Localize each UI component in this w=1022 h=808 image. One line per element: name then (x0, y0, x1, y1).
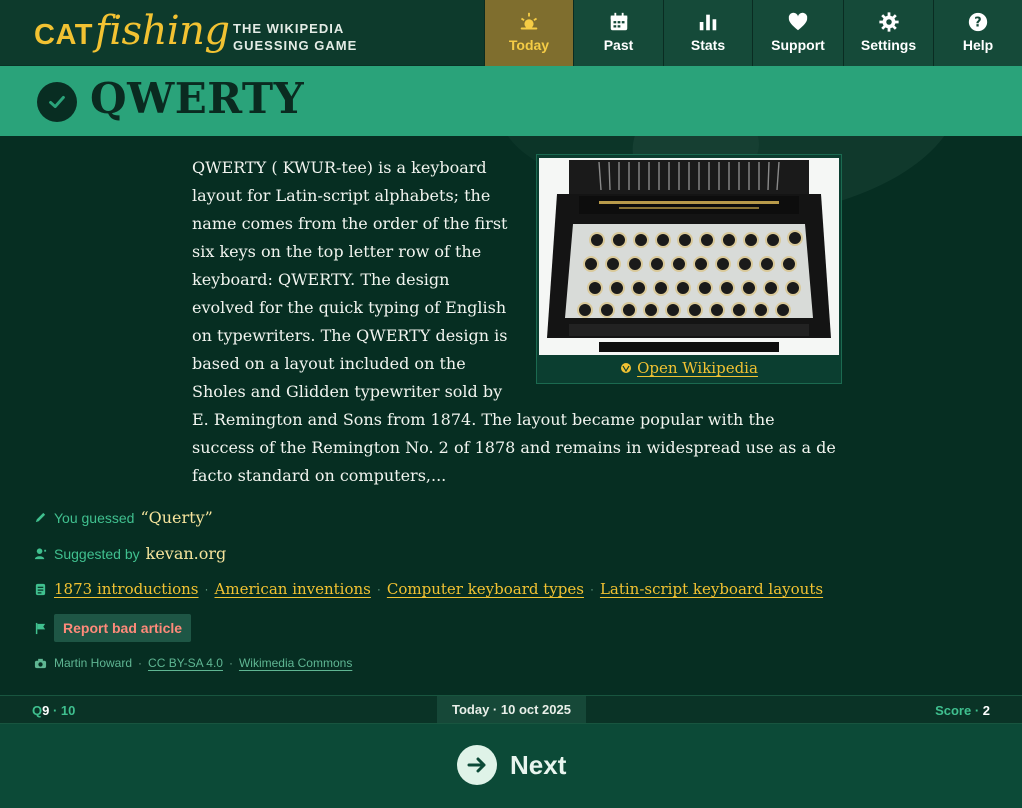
separator-dot: · (376, 582, 381, 596)
camera-icon (34, 658, 47, 668)
credit-source-link[interactable]: Wikimedia Commons (239, 656, 352, 670)
document-icon (35, 583, 46, 595)
date-label: Today · 10 oct 2025 (437, 696, 586, 723)
svg-text:?: ? (974, 16, 981, 31)
separator-dot: · (589, 582, 594, 596)
article-title-band: QWERTY (0, 66, 1022, 136)
nav-settings-label: Settings (860, 37, 917, 53)
nav-support[interactable]: Support (752, 0, 843, 66)
logo-fishing-text: fishing (94, 8, 230, 54)
logo-cat-text: CAT (34, 19, 93, 51)
separator-dot: · (138, 656, 143, 670)
nav-today-label: Today (508, 37, 550, 53)
nav-settings[interactable]: Settings (843, 0, 933, 66)
nav-help-label: Help (962, 37, 994, 53)
flag-icon (35, 622, 46, 634)
category-link[interactable]: American inventions (215, 580, 371, 598)
gear-icon (878, 12, 899, 32)
app-root: CAT fishing THE WIKIPEDIA GUESSING GAME T… (0, 0, 1022, 808)
check-icon (37, 82, 77, 122)
suggested-row: Suggested by kevan.org (34, 544, 226, 563)
question-icon: ? (968, 12, 988, 32)
category-link[interactable]: Latin-script keyboard layouts (600, 580, 823, 598)
guess-row: You guessed “Querty” (34, 508, 213, 527)
report-bad-article-button[interactable]: Report bad article (54, 614, 192, 642)
next-label: Next (510, 749, 567, 780)
top-bar: CAT fishing THE WIKIPEDIA GUESSING GAME T… (0, 0, 1022, 66)
status-bar: Q9 · 10 Today · 10 oct 2025 Score · 2 (0, 695, 1022, 724)
calendar-icon (610, 12, 627, 31)
bar-chart-icon (699, 14, 717, 31)
next-button[interactable]: Next (457, 745, 566, 785)
image-credit-row: Martin Howard · CC BY-SA 4.0 · Wikimedia… (34, 656, 352, 670)
score-value: 2 (982, 703, 990, 718)
article-title: QWERTY (90, 74, 305, 123)
category-link[interactable]: Computer keyboard types (387, 580, 584, 598)
nav-past[interactable]: Past (573, 0, 663, 66)
open-wikipedia-link[interactable]: Open Wikipedia (539, 357, 839, 379)
score-display: Score · 2 (935, 703, 990, 718)
nav-today[interactable]: Today (484, 0, 573, 66)
main-nav: Today Past Stats Support Settings ? Help (484, 0, 1022, 66)
credit-license-link[interactable]: CC BY-SA 4.0 (148, 656, 223, 670)
open-wikipedia-label: Open Wikipedia (637, 359, 758, 377)
nav-stats[interactable]: Stats (663, 0, 752, 66)
suggested-label: Suggested by (54, 545, 140, 562)
tagline: THE WIKIPEDIA GUESSING GAME (233, 20, 383, 54)
report-row: Report bad article (34, 614, 192, 642)
wikipedia-globe-icon (621, 363, 632, 373)
score-label: Score (935, 703, 972, 718)
user-icon (34, 548, 47, 560)
article-figure: Open Wikipedia (536, 154, 842, 384)
nav-support-label: Support (771, 37, 825, 53)
tagline-line-1: THE WIKIPEDIA (233, 21, 345, 36)
categories-row: 1873 introductions · American inventions… (34, 580, 823, 598)
pencil-icon (35, 512, 46, 523)
article-body: Open Wikipedia QWERTY ( KWUR-tee) is a k… (192, 154, 842, 490)
nav-stats-label: Stats (690, 37, 726, 53)
footer-bar: Next (0, 724, 1022, 808)
heart-icon (788, 12, 808, 31)
tagline-line-2: GUESSING GAME (233, 38, 358, 53)
question-counter: Q9 · 10 (32, 703, 76, 718)
guess-label: You guessed (54, 509, 135, 526)
question-current: 9 (42, 703, 50, 718)
question-total: 10 (60, 703, 76, 718)
credit-author: Martin Howard (54, 656, 133, 670)
question-prefix: Q (32, 703, 43, 718)
guess-value: “Querty” (140, 508, 213, 527)
separator-dot: · (228, 656, 233, 670)
article-image[interactable] (539, 158, 839, 355)
nav-help[interactable]: ? Help (933, 0, 1022, 66)
separator-dot: · (204, 582, 209, 596)
catfishing-logo[interactable]: CAT fishing (34, 8, 230, 58)
nav-past-label: Past (603, 37, 634, 53)
category-link[interactable]: 1873 introductions (54, 580, 199, 598)
arrow-right-icon (457, 745, 497, 785)
sunrise-icon (520, 12, 538, 30)
suggested-value: kevan.org (145, 544, 227, 563)
